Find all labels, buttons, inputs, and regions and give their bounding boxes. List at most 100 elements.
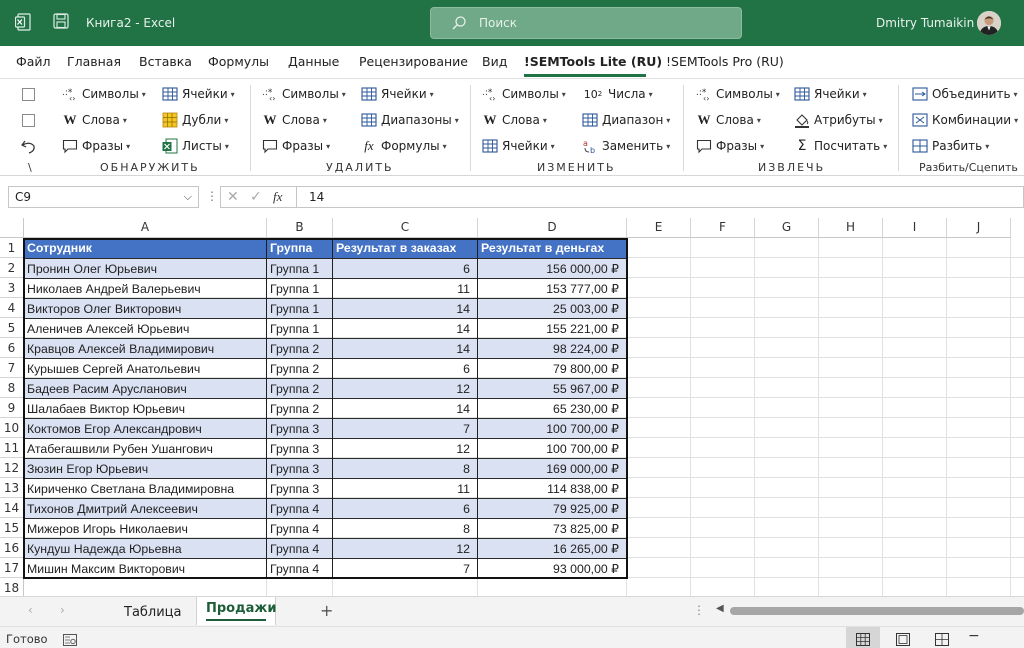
save-icon[interactable] [53,13,69,33]
page-layout-icon[interactable] [896,631,910,648]
tab-semtools-lite[interactable]: !SEMTools Lite (RU) [524,54,662,69]
row-header-15[interactable]: 15 [0,518,24,538]
column-header-d[interactable]: D [478,218,627,238]
replace-button[interactable]: a b Заменить ▾ [582,137,670,155]
scroll-right-icon[interactable]: › [60,603,65,617]
row-header-12[interactable]: 12 [0,458,24,478]
horizontal-scrollbar-thumb[interactable] [730,607,1024,615]
svg-text:‹›: ‹› [703,94,709,102]
normal-view-button[interactable] [846,627,880,648]
row-header-1[interactable]: 1 [0,238,24,258]
detect-words-button[interactable]: W Слова ▾ [62,111,127,129]
row-header-7[interactable]: 7 [0,358,24,378]
tab-review[interactable]: Рецензирование [359,54,468,69]
checkbox-2[interactable] [22,114,35,127]
delete-ranges-button[interactable]: Диапазоны ▾ [361,111,459,129]
row-header-10[interactable]: 10 [0,418,24,438]
modify-numbers-button[interactable]: 10 2 Числа ▾ [582,85,653,103]
tab-home[interactable]: Главная [67,54,121,69]
count-button[interactable]: Σ Посчитать ▾ [794,137,888,155]
formula-input[interactable]: 14 [296,186,1024,208]
row-header-4[interactable]: 4 [0,298,24,318]
tab-data[interactable]: Данные [288,54,339,69]
column-header-a[interactable]: A [24,218,267,238]
row-header-8[interactable]: 8 [0,378,24,398]
modify-words-button[interactable]: W Слова ▾ [482,111,547,129]
select-all-corner[interactable] [0,218,24,238]
spreadsheet-grid[interactable]: A B C D E F G H I J 1 2 3 4 5 6 7 8 9 10 11 12 13 14 15 16 17 18 Сот… [0,218,1024,596]
grid-view-icon [856,631,870,648]
checkbox-1[interactable] [22,88,35,101]
modify-range-button[interactable]: Диапазон ▾ [582,111,670,129]
delete-words-button[interactable]: W Слова ▾ [262,111,327,129]
avatar[interactable] [977,11,1001,35]
tab-insert[interactable]: Вставка [139,54,192,69]
extract-symbols-button[interactable]: .:* ‹› Символы ▾ [696,85,780,103]
column-header-i[interactable]: I [883,218,947,238]
name-box[interactable]: C9 ⌵ [8,186,199,208]
detect-sheets-button[interactable]: Листы ▾ [162,137,229,155]
combinations-button[interactable]: Комбинации ▾ [912,111,1018,129]
extract-phrases-button[interactable]: Фразы ▾ [696,137,764,155]
combinations-icon [912,112,928,128]
word-icon: W [63,112,77,127]
column-header-j[interactable]: J [947,218,1011,238]
row-header-17[interactable]: 17 [0,558,24,578]
group-separator [683,85,684,171]
row-header-5[interactable]: 5 [0,318,24,338]
row-header-13[interactable]: 13 [0,478,24,498]
tab-semtools-pro[interactable]: !SEMTools Pro (RU) [666,54,784,69]
hscroll-left-icon[interactable]: ◀ [716,603,724,614]
column-header-e[interactable]: E [627,218,691,238]
row-header-14[interactable]: 14 [0,498,24,518]
modify-symbols-button[interactable]: .:* ‹› Символы ▾ [482,85,566,103]
detect-phrases-button[interactable]: Фразы ▾ [62,137,130,155]
delete-symbols-button[interactable]: .:* ‹› Символы ▾ [262,85,346,103]
active-sheet-tab[interactable]: Продажи [196,597,276,625]
column-header-c[interactable]: C [333,218,478,238]
tab-file[interactable]: Файл [16,54,51,69]
delete-formulas-button[interactable]: fx Формулы ▾ [361,137,446,155]
delete-phrases-button[interactable]: Фразы ▾ [262,137,330,155]
sheet-tab-table[interactable]: Таблица [124,605,182,620]
scroll-left-icon[interactable]: ‹ [28,603,33,617]
cancel-icon[interactable]: ✕ [227,189,239,205]
column-header-h[interactable]: H [819,218,883,238]
detect-symbols-button[interactable]: .:* ‹› Символы ▾ [62,85,146,103]
user-name[interactable]: Dmitry Tumaikin [876,16,974,30]
confirm-icon[interactable]: ✓ [250,189,262,205]
table-icon [361,86,377,102]
column-header-g[interactable]: G [755,218,819,238]
tab-view[interactable]: Вид [482,54,507,69]
more-options-icon[interactable]: ⋮ [206,189,218,203]
detect-duplicates-button[interactable]: Дубли ▾ [162,111,228,129]
zoom-out-icon[interactable]: − [968,628,980,644]
column-header-b[interactable]: B [267,218,333,238]
row-header-11[interactable]: 11 [0,438,24,458]
row-header-9[interactable]: 9 [0,398,24,418]
extract-attributes-button[interactable]: Атрибуты ▾ [794,111,883,129]
more-icon[interactable]: ⋮ [693,603,705,617]
row-header-6[interactable]: 6 [0,338,24,358]
extract-cells-button[interactable]: Ячейки ▾ [794,85,867,103]
modify-cells-button[interactable]: Ячейки ▾ [482,137,555,155]
row-header-18[interactable]: 18 [0,578,24,596]
title-bar: Книга2 - Excel Поиск Dmitry Tumaikin [0,0,1024,46]
add-sheet-button[interactable]: + [320,601,333,620]
row-header-2[interactable]: 2 [0,258,24,278]
extract-words-button[interactable]: W Слова ▾ [696,111,761,129]
macro-record-icon[interactable] [63,631,77,648]
search-box[interactable]: Поиск [430,7,742,39]
undo-icon[interactable] [20,137,38,159]
merge-button[interactable]: Объединить ▾ [912,85,1018,103]
row-header-16[interactable]: 16 [0,538,24,558]
insert-function-icon[interactable]: fx [273,189,282,205]
column-header-f[interactable]: F [691,218,755,238]
chevron-down-icon[interactable]: ⌵ [184,190,192,204]
split-button[interactable]: Разбить ▾ [912,137,989,155]
row-header-3[interactable]: 3 [0,278,24,298]
detect-cells-button[interactable]: Ячейки ▾ [162,85,235,103]
delete-cells-button[interactable]: Ячейки ▾ [361,85,434,103]
page-break-icon[interactable] [935,631,949,648]
tab-formulas[interactable]: Формулы [208,54,269,69]
